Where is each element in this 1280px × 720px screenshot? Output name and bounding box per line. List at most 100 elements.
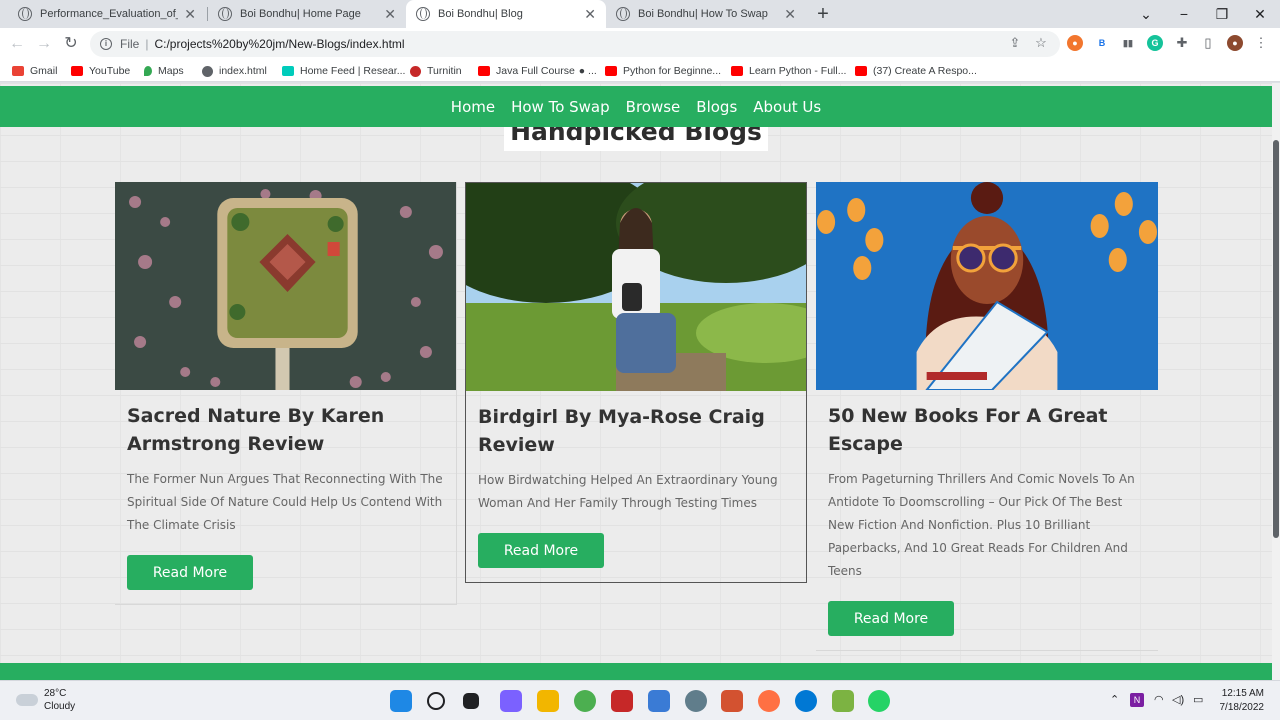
chrome-icon[interactable] (574, 690, 596, 712)
blog-card-title[interactable]: Sacred Nature By Karen Armstrong Review (127, 402, 444, 458)
wifi-icon[interactable]: ◠ (1154, 693, 1164, 706)
blog-card-image (816, 182, 1158, 390)
bookmarks-bar: Gmail YouTube Maps index.html Home Feed … (0, 60, 1280, 82)
youtube-icon (478, 66, 490, 76)
system-clock[interactable]: 12:15 AM 7/18/2022 (1214, 687, 1265, 715)
bookmark-item[interactable]: Java Full Course ● ... (478, 63, 597, 79)
globe-icon (18, 7, 32, 21)
windows-start-icon[interactable] (390, 690, 412, 712)
youtube-icon (605, 66, 617, 76)
tab-title: Boi Bondhu| How To Swap (638, 8, 768, 20)
site-navbar: Home How To Swap Browse Blogs About Us (0, 86, 1272, 127)
bookmark-item[interactable]: Home Feed | Resear... (282, 63, 405, 79)
browser-tab[interactable]: Boi Bondhu| Home Page ✕ (208, 0, 406, 28)
bookmark-label: Java Full Course (496, 65, 575, 77)
chevron-up-icon[interactable]: ⌃ (1110, 693, 1119, 706)
battery-icon[interactable]: ▭ (1193, 693, 1203, 706)
puzzle-icon[interactable]: ✚ (1173, 34, 1191, 52)
blog-card-description: How Birdwatching Helped An Extraordinary… (478, 473, 778, 510)
close-icon[interactable]: ✕ (184, 6, 196, 23)
windows-taskbar: 28°C Cloudy ⌃ N ◠ ◁) ▭ 12:15 AM 7/18/202… (0, 680, 1280, 720)
task-view-icon[interactable] (463, 693, 479, 709)
nav-blogs[interactable]: Blogs (696, 98, 737, 116)
extension-icon[interactable]: ● (1067, 35, 1083, 51)
blog-card-image (466, 183, 806, 391)
nav-home[interactable]: Home (451, 98, 495, 116)
blog-card-body: Birdgirl By Mya-Rose Craig Review How Bi… (466, 391, 806, 582)
bookmark-item[interactable]: Maps (144, 63, 184, 79)
settings-gear-icon[interactable] (685, 690, 707, 712)
bookmark-item[interactable]: Learn Python - Full... (731, 63, 846, 79)
store-icon[interactable] (832, 690, 854, 712)
read-more-button[interactable]: Read More (828, 601, 954, 636)
blog-card: Birdgirl By Mya-Rose Craig Review How Bi… (465, 182, 807, 583)
blog-card-body: Sacred Nature By Karen Armstrong Review … (115, 390, 456, 604)
nav-about-us[interactable]: About Us (753, 98, 821, 116)
whatsapp-icon[interactable] (868, 690, 890, 712)
bookmark-item[interactable]: Gmail (12, 63, 57, 79)
photos-icon[interactable] (648, 690, 670, 712)
bookmark-item[interactable]: Python for Beginne... (605, 63, 721, 79)
forward-button[interactable]: → (33, 33, 55, 55)
share-icon[interactable]: ⇪ (1006, 34, 1024, 52)
tab-strip: Performance_Evaluation_of_Vario ✕ Boi Bo… (0, 0, 1280, 28)
minimize-button[interactable]: − (1174, 4, 1194, 24)
globe-icon (202, 65, 213, 77)
volume-icon[interactable]: ◁) (1172, 693, 1184, 706)
youtube-icon (71, 66, 83, 76)
menu-icon[interactable]: ⋮ (1252, 34, 1270, 52)
tab-title: Performance_Evaluation_of_Vario (40, 8, 178, 20)
bookmark-item[interactable]: index.html (202, 63, 267, 79)
blog-card-body: 50 New Books For A Great Escape From Pag… (816, 390, 1158, 650)
onenote-icon[interactable]: N (1130, 693, 1144, 707)
read-more-button[interactable]: Read More (478, 533, 604, 568)
maximize-button[interactable]: ❐ (1212, 4, 1232, 24)
extension-icon[interactable]: B (1094, 35, 1110, 51)
bookmark-item[interactable]: (37) Create A Respo... (855, 63, 977, 79)
scrollbar-thumb[interactable] (1273, 140, 1279, 538)
sidebar-icon[interactable]: ▯ (1199, 34, 1217, 52)
new-tab-button[interactable]: + (812, 3, 834, 25)
back-button[interactable]: ← (6, 33, 28, 55)
url-scheme: File (120, 37, 140, 51)
url-divider: | (145, 37, 149, 51)
search-icon[interactable] (427, 692, 445, 710)
close-icon[interactable]: ✕ (384, 6, 396, 23)
nav-browse[interactable]: Browse (626, 98, 681, 116)
grammarly-icon[interactable]: G (1147, 35, 1163, 51)
bookmark-label: Learn Python - Full... (749, 65, 847, 77)
powerpoint-icon[interactable] (721, 690, 743, 712)
bookmark-star-icon[interactable]: ☆ (1032, 34, 1050, 52)
info-icon[interactable]: i (100, 38, 112, 50)
weather-widget[interactable]: 28°C Cloudy (16, 687, 75, 713)
close-window-button[interactable]: ✕ (1250, 4, 1270, 24)
blog-card-title[interactable]: 50 New Books For A Great Escape (828, 402, 1146, 458)
extension-icon[interactable]: ▮▮ (1120, 35, 1136, 51)
blog-card: Sacred Nature By Karen Armstrong Review … (115, 182, 457, 605)
address-bar[interactable]: i File | C:/projects%20by%20jm/New-Blogs… (90, 31, 1060, 57)
avatar[interactable]: ● (1227, 35, 1243, 51)
close-icon[interactable]: ✕ (784, 6, 796, 23)
url-text[interactable]: C:/projects%20by%20jm/New-Blogs/index.ht… (154, 37, 404, 51)
bookmark-label: Turnitin (427, 65, 462, 77)
browser-tab[interactable]: Boi Bondhu| How To Swap ✕ (606, 0, 806, 28)
file-explorer-icon[interactable] (537, 690, 559, 712)
chrome-canary-icon[interactable] (758, 690, 780, 712)
reload-button[interactable]: ↻ (60, 33, 82, 55)
nav-how-to-swap[interactable]: How To Swap (511, 98, 610, 116)
blog-card-title[interactable]: Birdgirl By Mya-Rose Craig Review (478, 403, 794, 459)
browser-tab-active[interactable]: Boi Bondhu| Blog ✕ (406, 0, 606, 28)
browser-tab[interactable]: Performance_Evaluation_of_Vario ✕ (8, 0, 206, 28)
close-icon[interactable]: ✕ (584, 6, 596, 23)
globe-icon (616, 7, 630, 21)
footer-band (0, 663, 1272, 680)
bookmark-item[interactable]: YouTube (71, 63, 130, 79)
globe-icon (218, 7, 232, 21)
read-more-button[interactable]: Read More (127, 555, 253, 590)
bookmark-item[interactable]: Turnitin (410, 63, 462, 79)
tab-search-icon[interactable]: ⌄ (1136, 4, 1156, 24)
tab-title: Boi Bondhu| Blog (438, 8, 523, 20)
mcafee-icon[interactable] (611, 690, 633, 712)
edge-icon[interactable] (795, 690, 817, 712)
teams-chat-icon[interactable] (500, 690, 522, 712)
